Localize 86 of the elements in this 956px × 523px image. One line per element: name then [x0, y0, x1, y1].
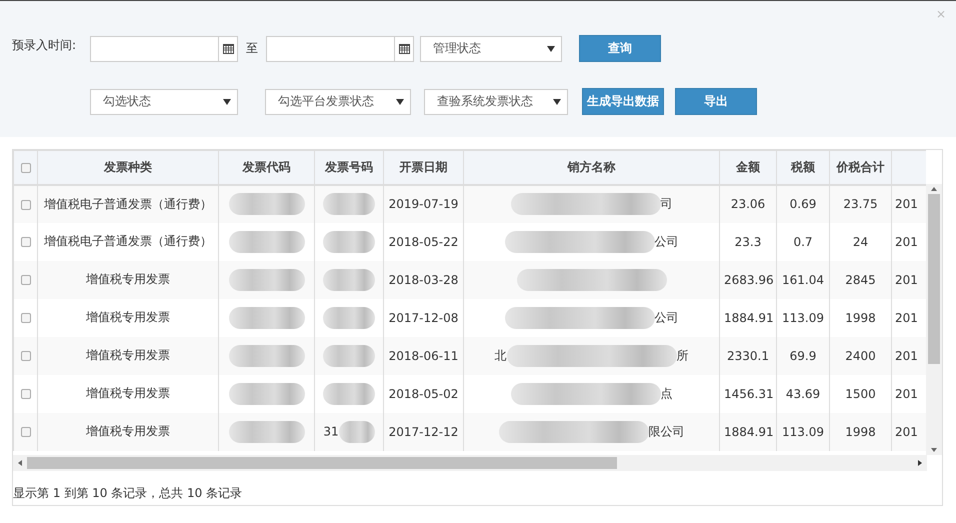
table-cell-text: 2330.1: [727, 348, 769, 362]
status-select[interactable]: 勾选平台发票状态: [265, 88, 411, 114]
export-button[interactable]: 导出: [675, 88, 757, 115]
table-cell-text: 2019-07-19: [388, 197, 458, 211]
table-cell-text: 2845: [845, 272, 876, 286]
caret-icon: [223, 98, 231, 104]
time-label: 预录入时间:: [12, 37, 78, 54]
table-cell-text: 增值税专用发票: [86, 386, 170, 400]
table-cell-text: 2400: [845, 348, 876, 362]
table-cell-text: 201: [895, 386, 918, 400]
date-field[interactable]: [266, 36, 414, 62]
table-cell-text: 201: [895, 424, 918, 438]
row-checkbox[interactable]: [20, 313, 30, 324]
row-checkbox[interactable]: [20, 200, 30, 210]
row-checkbox[interactable]: [20, 427, 30, 438]
table-cell-text: 增值税专用发票: [86, 348, 170, 362]
table-cell-text: 24: [852, 234, 868, 248]
table-cell-text: 201: [895, 197, 918, 211]
table-cell-text: 23.75: [843, 197, 878, 211]
table-cell-text: 点: [660, 386, 672, 400]
table-cell-text: 2018-05-02: [388, 386, 458, 400]
table-cell-text: 1500: [845, 386, 876, 400]
status-select[interactable]: 管理状态: [420, 36, 562, 62]
column-header[interactable]: 价税合计: [830, 150, 892, 184]
table-cell-text: 23.3: [734, 234, 762, 248]
date-field[interactable]: [90, 36, 238, 62]
caret-icon: [547, 46, 555, 52]
select-all-checkbox[interactable]: [20, 162, 30, 173]
column-header[interactable]: 金额: [720, 150, 776, 184]
column-header[interactable]: 销方名称: [464, 150, 720, 184]
caret-icon: [396, 98, 404, 104]
calendar-icon: [398, 43, 410, 54]
table-cell-text: 1998: [845, 424, 876, 438]
table-cell-text: 1884.91: [724, 424, 774, 438]
horizontal-scrollbar[interactable]: [13, 455, 927, 471]
to-label: 至: [246, 40, 258, 57]
table-cell-text: 限公司: [648, 424, 684, 438]
pagination-info: 显示第 1 到第 10 条记录，总共 10 条记录: [13, 485, 244, 502]
table-cell-text: 2683.96: [724, 272, 774, 286]
query-button[interactable]: 查询: [579, 35, 661, 62]
table-cell-text: 69.9: [790, 348, 816, 362]
table-cell-text: 2018-03-28: [388, 272, 458, 286]
table-cell-text: 201: [895, 234, 918, 248]
calendar-icon: [222, 43, 234, 54]
table-cell-text: 增值税专用发票: [86, 310, 170, 324]
table-cell-text: 201: [895, 272, 918, 286]
column-header[interactable]: 发票代码: [218, 150, 314, 184]
table-cell-text: 1884.91: [724, 310, 774, 324]
table-cell-text: 43.69: [786, 386, 820, 400]
column-header[interactable]: 税额: [776, 150, 830, 184]
table-cell-text: 1456.31: [724, 386, 774, 400]
table-cell-text: 1998: [845, 310, 876, 324]
table-cell-text: 2018-06-11: [388, 348, 458, 362]
column-header[interactable]: 发票号码: [314, 150, 384, 184]
table-cell-text: 公司: [654, 310, 678, 324]
status-select[interactable]: 勾选状态: [90, 88, 238, 114]
table-cell-text: 2018-05-22: [388, 234, 458, 248]
table-cell-text: 司: [660, 196, 672, 210]
status-select[interactable]: 查验系统发票状态: [424, 88, 568, 114]
table-cell-text: 23.06: [730, 197, 766, 211]
table-cell-text: 公司: [654, 234, 678, 248]
row-checkbox[interactable]: [20, 237, 30, 248]
table-cell-text: 113.09: [782, 424, 824, 438]
table-cell-text: 201: [895, 310, 918, 324]
vertical-scrollbar[interactable]: [926, 184, 942, 455]
table-cell-text: 0.69: [790, 197, 816, 211]
column-header[interactable]: 发票种类: [38, 150, 218, 184]
row-checkbox[interactable]: [20, 389, 30, 400]
caret-icon: [553, 98, 561, 104]
table-cell-text: 北: [494, 348, 506, 362]
table-cell-text: 113.09: [782, 310, 824, 324]
table-cell-text: 增值税专用发票: [86, 424, 170, 438]
table-cell-text: 增值税电子普通发票（通行费）: [44, 196, 212, 210]
table-cell-text: 161.04: [782, 272, 824, 286]
table-cell-text: 所: [676, 348, 688, 362]
table-cell-text: 增值税专用发票: [86, 272, 170, 286]
table-cell-text: 31: [323, 424, 339, 438]
table-cell-text: 增值税电子普通发票（通行费）: [44, 234, 212, 248]
table-cell-text: 2017-12-08: [388, 310, 458, 324]
row-checkbox[interactable]: [20, 351, 30, 362]
table-cell-text: 0.7: [793, 234, 813, 248]
table-cell-text: 2017-12-12: [388, 424, 458, 438]
row-checkbox[interactable]: [20, 275, 30, 286]
export-button[interactable]: 生成导出数据: [582, 88, 664, 115]
column-header[interactable]: 开票日期: [384, 150, 464, 184]
table-cell-text: 201: [895, 348, 918, 362]
